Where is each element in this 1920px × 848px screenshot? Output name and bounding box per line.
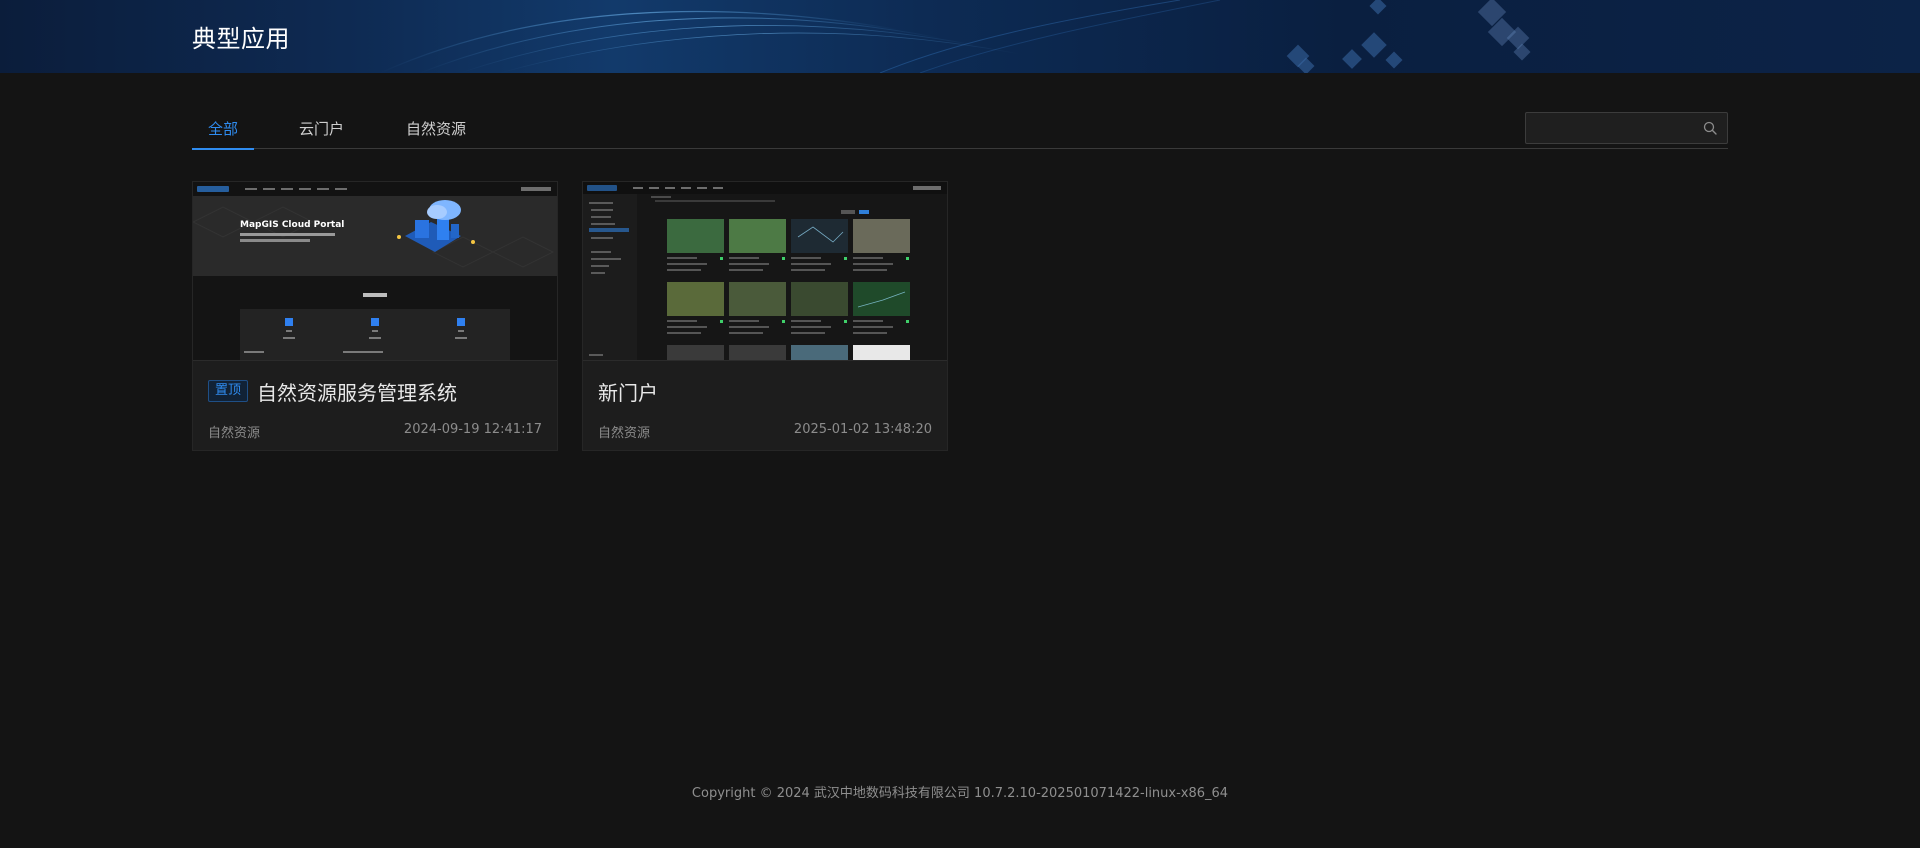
card-title[interactable]: 自然资源服务管理系统 xyxy=(257,377,457,406)
page-banner: 典型应用 xyxy=(0,0,1920,73)
card-meta: 自然资源 2025-01-02 13:48:20 xyxy=(598,422,932,441)
app-card[interactable]: MapGIS Cloud Portal 置顶 自然资源服务管理系统 自然资源 2… xyxy=(192,181,558,451)
card-timestamp: 2024-09-19 12:41:17 xyxy=(403,422,542,437)
card-title-row: 置顶 自然资源服务管理系统 xyxy=(208,377,545,406)
search-icon[interactable] xyxy=(1703,121,1717,135)
card-timestamp: 2025-01-02 13:48:20 xyxy=(793,422,932,437)
search-input[interactable] xyxy=(1526,113,1696,143)
card-title[interactable]: 新门户 xyxy=(598,377,658,406)
thumbnail-hero-title: MapGIS Cloud Portal xyxy=(240,220,344,230)
app-card[interactable]: 新门户 自然资源 2025-01-02 13:48:20 xyxy=(582,181,948,451)
footer-copyright: Copyright © 2024 武汉中地数码科技有限公司 10.7.2.10-… xyxy=(691,786,1229,801)
category-tabs: 全部 云门户 自然资源 xyxy=(191,112,1728,150)
tab-natural-resources[interactable]: 自然资源 xyxy=(406,118,466,149)
card-category: 自然资源 xyxy=(208,426,261,441)
card-meta: 自然资源 2024-09-19 12:41:17 xyxy=(208,422,542,441)
card-thumbnail: MapGIS Cloud Portal xyxy=(193,182,557,361)
tab-cloud-portal[interactable]: 云门户 xyxy=(299,118,344,149)
pinned-badge: 置顶 xyxy=(208,380,249,402)
search-box xyxy=(1525,112,1728,144)
tab-all[interactable]: 全部 xyxy=(191,118,255,150)
portal-screenshot-image xyxy=(583,182,947,360)
card-thumbnail xyxy=(583,182,947,361)
page-title: 典型应用 xyxy=(192,25,290,53)
card-title-row: 新门户 xyxy=(598,377,935,406)
portal-screenshot-image: MapGIS Cloud Portal xyxy=(193,182,557,360)
card-category: 自然资源 xyxy=(598,426,651,441)
